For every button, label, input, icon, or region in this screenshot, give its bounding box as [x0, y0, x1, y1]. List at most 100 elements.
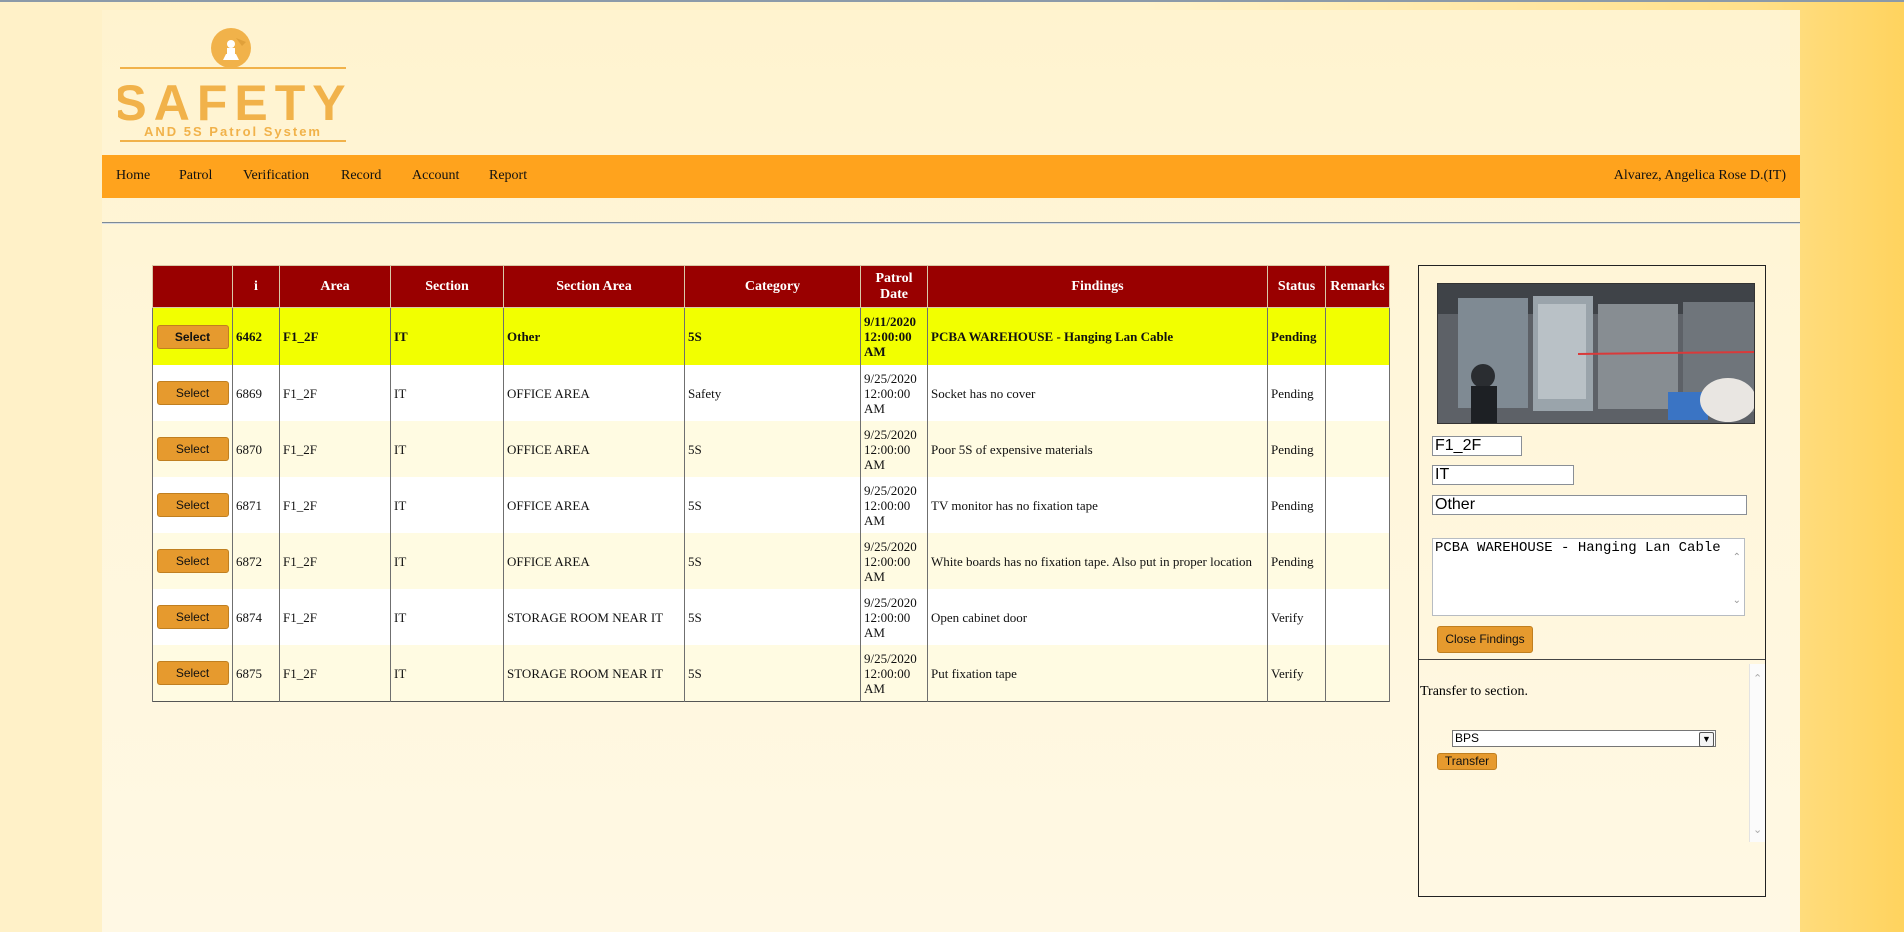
safety-logo: SAFETY AND 5S Patrol System [113, 26, 348, 144]
cell-remarks [1325, 533, 1390, 589]
section-area-field[interactable]: Other [1432, 495, 1747, 515]
cell-category: 5S [684, 533, 861, 589]
transfer-section: Transfer to section. BPS ▼ Transfer [1419, 664, 1749, 844]
select-cell: Select [152, 307, 233, 365]
cell-patrol-date: 9/25/2020 12:00:00 AM [860, 477, 928, 533]
cell-area: F1_2F [279, 307, 391, 365]
cell-section: IT [390, 477, 504, 533]
select-button[interactable]: Select [156, 493, 229, 517]
transfer-selected-value: BPS [1455, 731, 1480, 745]
scroll-down-icon[interactable]: ⌄ [1733, 592, 1741, 609]
cell-remarks [1325, 645, 1390, 702]
cell-id: 6871 [232, 477, 280, 533]
section-field[interactable]: IT [1432, 465, 1574, 485]
page-container: SAFETY AND 5S Patrol System Home Patrol … [102, 10, 1800, 932]
cell-status: Pending [1267, 477, 1326, 533]
col-header-area: Area [279, 265, 391, 308]
cell-patrol-date: 9/11/2020 12:00:00 AM [860, 307, 928, 365]
cell-remarks [1325, 307, 1390, 365]
select-cell: Select [152, 421, 233, 477]
cell-category: Safety [684, 365, 861, 421]
finding-photo [1437, 283, 1755, 424]
transfer-button[interactable]: Transfer [1437, 753, 1497, 770]
transfer-scrollbar[interactable]: ⌃ ⌄ [1749, 664, 1765, 842]
select-cell: Select [152, 477, 233, 533]
cell-area: F1_2F [279, 477, 391, 533]
cell-section-area: OFFICE AREA [503, 421, 685, 477]
logo-tagline: AND 5S Patrol System [144, 124, 322, 139]
table-row: Select 6871 F1_2F IT OFFICE AREA 5S 9/25… [152, 477, 1390, 533]
close-findings-button[interactable]: Close Findings [1437, 626, 1533, 653]
table-row: Select 6872 F1_2F IT OFFICE AREA 5S 9/25… [152, 533, 1390, 589]
cell-area: F1_2F [279, 365, 391, 421]
cell-category: 5S [684, 421, 861, 477]
nav-home[interactable]: Home [116, 168, 150, 184]
cell-section-area: Other [503, 307, 685, 365]
current-user: Alvarez, Angelica Rose D.(IT) [1613, 168, 1786, 183]
cell-status: Pending [1267, 421, 1326, 477]
cell-category: 5S [684, 589, 861, 645]
col-header-select [152, 265, 233, 308]
cell-area: F1_2F [279, 533, 391, 589]
cell-status: Pending [1267, 307, 1326, 365]
transfer-section-select[interactable]: BPS ▼ [1452, 730, 1716, 747]
table-row: Select 6874 F1_2F IT STORAGE ROOM NEAR I… [152, 589, 1390, 645]
cell-area: F1_2F [279, 589, 391, 645]
select-button[interactable]: Select [156, 549, 229, 573]
select-cell: Select [152, 589, 233, 645]
cell-id: 6869 [232, 365, 280, 421]
cell-status: Pending [1267, 365, 1326, 421]
nav-verification[interactable]: Verification [243, 168, 309, 184]
cell-findings: Poor 5S of expensive materials [927, 421, 1268, 477]
nav-patrol[interactable]: Patrol [179, 168, 212, 184]
top-border-line [0, 0, 1904, 2]
scroll-up-icon[interactable]: ⌃ [1753, 672, 1762, 685]
select-button[interactable]: Select [156, 661, 229, 685]
nav-record[interactable]: Record [341, 168, 381, 184]
cell-remarks [1325, 421, 1390, 477]
table-row: Select 6869 F1_2F IT OFFICE AREA Safety … [152, 365, 1390, 421]
cell-patrol-date: 9/25/2020 12:00:00 AM [860, 365, 928, 421]
table-row-selected[interactable]: Select 6462 F1_2F IT Other 5S 9/11/2020 … [152, 307, 1390, 365]
cell-area: F1_2F [279, 645, 391, 702]
nav-report[interactable]: Report [489, 168, 527, 184]
cell-remarks [1325, 365, 1390, 421]
table-row: Select 6870 F1_2F IT OFFICE AREA 5S 9/25… [152, 421, 1390, 477]
select-button[interactable]: Select [156, 437, 229, 461]
cell-id: 6870 [232, 421, 280, 477]
col-header-category: Category [684, 265, 861, 308]
cell-remarks [1325, 589, 1390, 645]
select-button[interactable]: Select [156, 324, 229, 349]
col-header-findings: Findings [927, 265, 1268, 308]
select-button[interactable]: Select [156, 381, 229, 405]
nav-account[interactable]: Account [412, 168, 459, 184]
cell-patrol-date: 9/25/2020 12:00:00 AM [860, 421, 928, 477]
cell-section-area: OFFICE AREA [503, 477, 685, 533]
cell-findings: TV monitor has no fixation tape [927, 477, 1268, 533]
findings-textarea[interactable]: PCBA WAREHOUSE - Hanging Lan Cable ⌃ ⌄ [1432, 538, 1745, 616]
scroll-up-icon[interactable]: ⌃ [1733, 549, 1741, 566]
scroll-down-icon[interactable]: ⌄ [1753, 823, 1762, 836]
cell-section-area: STORAGE ROOM NEAR IT [503, 589, 685, 645]
cell-status: Pending [1267, 533, 1326, 589]
cell-patrol-date: 9/25/2020 12:00:00 AM [860, 645, 928, 702]
cell-remarks [1325, 477, 1390, 533]
cell-category: 5S [684, 307, 861, 365]
cell-section: IT [390, 307, 504, 365]
cell-area: F1_2F [279, 421, 391, 477]
col-header-id: i [232, 265, 280, 308]
col-header-status: Status [1267, 265, 1326, 308]
finding-detail-panel: F1_2F IT Other PCBA WAREHOUSE - Hanging … [1418, 265, 1766, 897]
select-button[interactable]: Select [156, 605, 229, 629]
chevron-down-icon[interactable]: ▼ [1699, 732, 1714, 747]
cell-section: IT [390, 421, 504, 477]
col-header-section: Section [390, 265, 504, 308]
select-cell: Select [152, 645, 233, 702]
cell-findings: PCBA WAREHOUSE - Hanging Lan Cable [927, 307, 1268, 365]
col-header-section-area: Section Area [503, 265, 685, 308]
cell-id: 6875 [232, 645, 280, 702]
select-cell: Select [152, 533, 233, 589]
cell-id: 6874 [232, 589, 280, 645]
area-field[interactable]: F1_2F [1432, 436, 1522, 456]
divider [102, 222, 1800, 223]
